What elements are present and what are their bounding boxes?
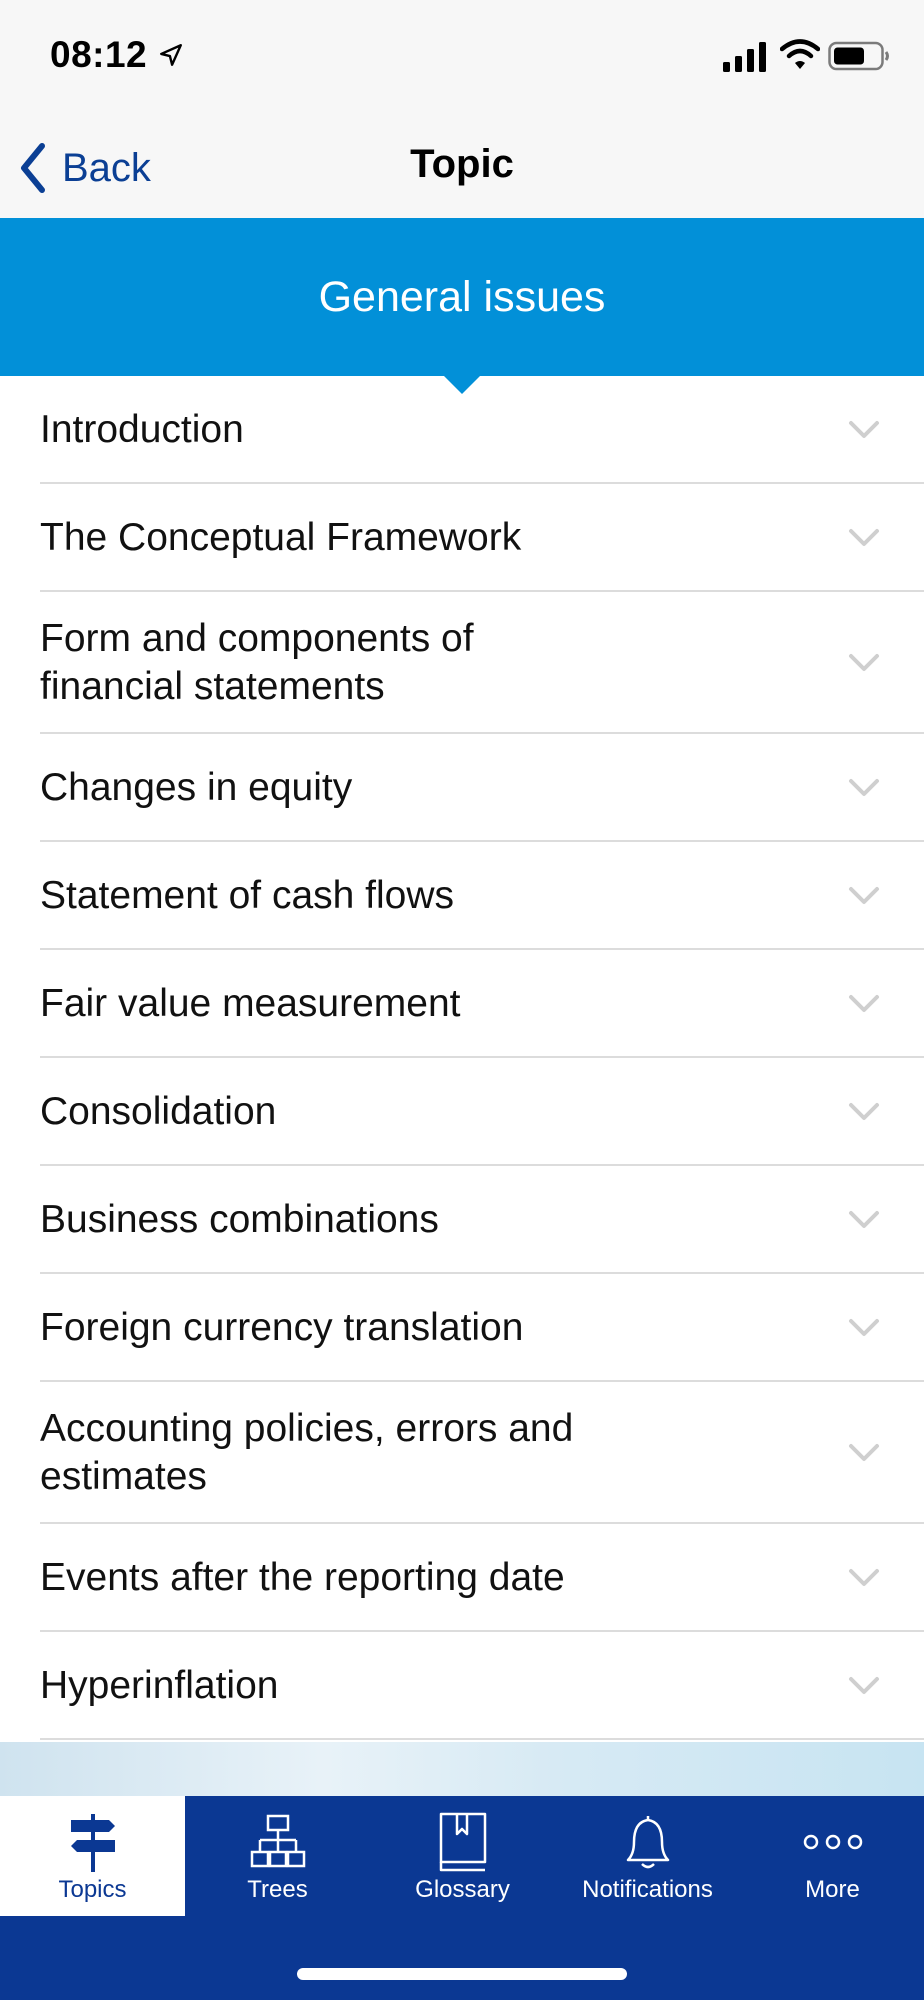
tab-label: Notifications <box>582 1876 713 1903</box>
topic-row-accounting-policies[interactable]: Accounting policies, errors and estimate… <box>0 1382 924 1524</box>
wifi-icon <box>780 39 820 69</box>
chevron-down-icon <box>849 1211 879 1228</box>
background-band <box>0 1742 924 1796</box>
chevron-down-icon <box>849 995 879 1012</box>
topic-label: Form and components of financial stateme… <box>40 617 474 708</box>
status-bar: 08:12 <box>0 0 924 118</box>
chevron-down-icon <box>849 887 879 904</box>
topic-label: Consolidation <box>40 1090 277 1133</box>
topic-label: Fair value measurement <box>40 982 461 1025</box>
topic-row-foreign-currency[interactable]: Foreign currency translation <box>0 1274 924 1382</box>
topic-row-introduction[interactable]: Introduction <box>0 376 924 484</box>
page-title: Topic <box>410 142 514 186</box>
tree-diagram-icon <box>250 1814 305 1868</box>
signpost-icon <box>70 1814 115 1872</box>
tab-topics[interactable]: Topics <box>0 1796 185 1916</box>
tab-label: More <box>805 1876 860 1903</box>
topic-row-business-combinations[interactable]: Business combinations <box>0 1166 924 1274</box>
tab-label: Topics <box>58 1876 127 1903</box>
chevron-down-icon <box>849 529 879 546</box>
topic-row-changes-in-equity[interactable]: Changes in equity <box>0 734 924 842</box>
topic-label: Events after the reporting date <box>40 1556 565 1599</box>
more-dots-icon <box>803 1834 862 1850</box>
chevron-down-icon <box>849 1444 879 1461</box>
topic-row-consolidation[interactable]: Consolidation <box>0 1058 924 1166</box>
topic-row-fair-value[interactable]: Fair value measurement <box>0 950 924 1058</box>
tab-notifications[interactable]: Notifications <box>555 1796 740 1916</box>
topic-label: Introduction <box>40 408 244 451</box>
home-indicator <box>297 1968 627 1980</box>
tab-glossary[interactable]: Glossary <box>370 1796 555 1916</box>
topic-row-cash-flows[interactable]: Statement of cash flows <box>0 842 924 950</box>
topic-label: Business combinations <box>40 1198 439 1241</box>
tab-trees[interactable]: Trees <box>185 1796 370 1916</box>
topic-label: Accounting policies, errors and estimate… <box>40 1407 574 1498</box>
navigation-bar: Back Topic <box>0 118 924 218</box>
topic-row-events-after-reporting[interactable]: Events after the reporting date <box>0 1524 924 1632</box>
location-arrow-icon <box>160 44 182 66</box>
section-header: General issues <box>0 218 924 394</box>
topic-label: Statement of cash flows <box>40 874 455 917</box>
topic-row-hyperinflation[interactable]: Hyperinflation <box>0 1632 924 1740</box>
topic-screen: 08:12 Back Topic General issues Introduc… <box>0 0 924 2000</box>
topic-label: Hyperinflation <box>40 1664 279 1707</box>
section-title: General issues <box>318 273 606 321</box>
chevron-down-icon <box>849 1569 879 1586</box>
chevron-down-icon <box>849 779 879 796</box>
cellular-signal-icon <box>723 42 766 72</box>
chevron-down-icon <box>849 1103 879 1120</box>
chevron-down-icon <box>849 421 879 438</box>
status-time: 08:12 <box>50 34 148 75</box>
chevron-down-icon <box>849 1677 879 1694</box>
topic-label: The Conceptual Framework <box>40 516 522 559</box>
tab-label: Trees <box>247 1876 308 1903</box>
topic-list: Introduction The Conceptual Framework Fo… <box>0 376 924 1740</box>
topic-label: Foreign currency translation <box>40 1306 524 1349</box>
tab-label: Glossary <box>415 1876 510 1903</box>
chevron-down-icon <box>849 1319 879 1336</box>
bell-icon <box>626 1816 669 1869</box>
battery-icon <box>828 41 889 71</box>
topic-row-form-and-components[interactable]: Form and components of financial stateme… <box>0 592 924 734</box>
book-icon <box>439 1812 486 1872</box>
chevron-down-icon <box>849 654 879 671</box>
topic-label: Changes in equity <box>40 766 353 809</box>
topic-row-conceptual-framework[interactable]: The Conceptual Framework <box>0 484 924 592</box>
tab-more[interactable]: More <box>740 1796 924 1916</box>
